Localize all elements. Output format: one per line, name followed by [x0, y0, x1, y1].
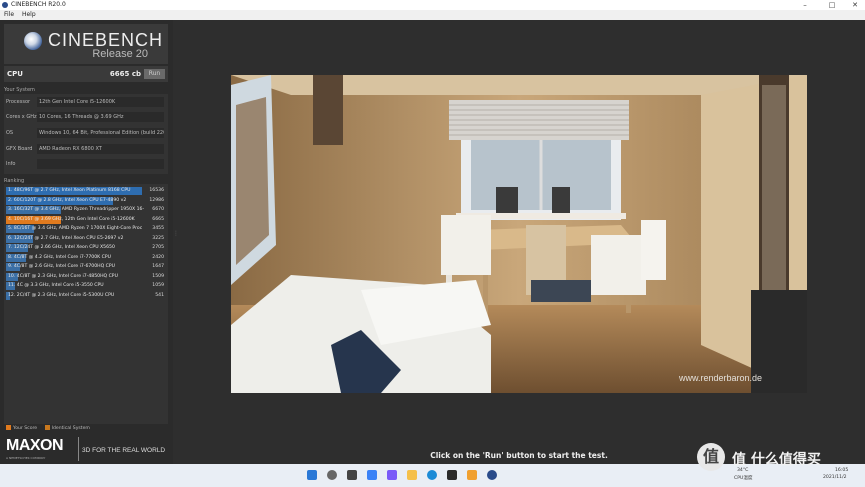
ranking-text: 4. 10C/16T @ 3.69 GHz, 12th Gen Intel Co… — [8, 216, 135, 222]
ranking-text: 10. 4C/8T @ 2.3 GHz, Intel Core i7-4850H… — [8, 273, 118, 279]
ranking-score: 1059 — [152, 283, 164, 288]
system-row: Info — [4, 158, 168, 171]
widgets-icon[interactable] — [367, 470, 377, 480]
render-watermark: www.renderbaron.de — [678, 373, 762, 383]
window-title: CINEBENCH R20.0 — [11, 1, 66, 8]
ranking-text: 7. 12C/24T @ 2.66 GHz, Intel Xeon CPU X5… — [8, 245, 115, 250]
render-viewport: www.renderbaron.de — [231, 75, 807, 393]
system-value: 12th Gen Intel Core i5-12600K — [37, 97, 164, 107]
your-score-swatch — [6, 425, 11, 430]
ranking-score: 3225 — [152, 235, 164, 241]
ranking-row[interactable]: 1. 48C/96T @ 2.7 GHz, Intel Xeon Platinu… — [6, 187, 166, 195]
ranking-text: 9. 4C/8T @ 2.6 GHz, Intel Core i7-6700HQ… — [8, 264, 116, 269]
ranking-text: 8. 4C/8T @ 4.2 GHz, Intel Core i7-7700K … — [8, 254, 111, 260]
store-icon[interactable] — [447, 470, 457, 480]
system-row: Cores x GHz 10 Cores, 16 Threads @ 3.69 … — [4, 111, 168, 124]
left-panel: CINEBENCH Release 20 CPU 6665 cb Run You… — [0, 20, 173, 464]
maximize-button[interactable]: □ — [822, 0, 842, 10]
system-info-input[interactable] — [37, 159, 164, 169]
ranking-row[interactable]: 4. 10C/16T @ 3.69 GHz, 12th Gen Intel Co… — [6, 215, 166, 224]
system-row: GFX Board AMD Radeon RX 6800 XT — [4, 143, 168, 156]
menu-help[interactable]: Help — [22, 11, 36, 18]
system-key: Cores x GHz — [6, 114, 37, 120]
identical-system-swatch — [44, 425, 50, 430]
ranking-score: 6670 — [152, 207, 164, 212]
ranking-text: 1. 48C/96T @ 2.7 GHz, Intel Xeon Platinu… — [8, 188, 131, 193]
search-icon[interactable] — [327, 470, 337, 480]
title-bar: CINEBENCH R20.0 – □ ✕ — [0, 0, 865, 10]
chat-icon[interactable] — [387, 470, 397, 480]
cinebench-logo: CINEBENCH Release 20 — [4, 24, 168, 64]
panel-splitter-handle[interactable]: ⋮ — [173, 230, 179, 250]
cinebench-taskbar-icon[interactable] — [487, 470, 497, 480]
cinebench-app-icon — [2, 2, 8, 8]
ranking-text: 5. 8C/16T @ 3.4 GHz, AMD Ryzen 7 1700X E… — [8, 226, 143, 231]
your-system-box: Processor 12th Gen Intel Core i5-12600K … — [4, 94, 168, 174]
system-key: Processor — [6, 99, 31, 105]
ranking-score: 1509 — [152, 273, 164, 279]
maxon-tagline: 3D FOR THE REAL WORLD — [82, 447, 166, 454]
ranking-score: 2705 — [152, 245, 164, 250]
ranking-row[interactable]: 5. 8C/16T @ 3.4 GHz, AMD Ryzen 7 1700X E… — [6, 225, 166, 233]
ranking-legend: Your Score Identical System — [4, 424, 168, 433]
cinebench-sphere-icon — [24, 32, 42, 50]
start-icon[interactable] — [307, 470, 317, 480]
ranking-row[interactable]: 7. 12C/24T @ 2.66 GHz, Intel Xeon CPU X5… — [6, 244, 166, 252]
folder-icon[interactable] — [467, 470, 477, 480]
logo-release: Release 20 — [92, 48, 148, 60]
ranking-row[interactable]: 3. 16C/32T @ 3.4 GHz, AMD Ryzen Threadri… — [6, 206, 166, 214]
watermark-site-name: 值 什么值得买 — [732, 452, 821, 468]
identical-system-label: Identical System — [51, 426, 90, 431]
ranking-text: 11. 4C @ 3.3 GHz, Intel Core i5-3550 CPU — [8, 283, 104, 288]
render-scene-image: www.renderbaron.de — [231, 75, 807, 393]
ranking-row[interactable]: 12. 2C/4T @ 2.3 GHz, Intel Core i5-5300U… — [6, 291, 166, 300]
system-value: AMD Radeon RX 6800 XT — [37, 144, 164, 154]
system-value: Windows 10, 64 Bit, Professional Edition… — [37, 128, 164, 138]
ranking-list: 1. 48C/96T @ 2.7 GHz, Intel Xeon Platinu… — [4, 184, 168, 424]
ranking-row[interactable]: 8. 4C/8T @ 4.2 GHz, Intel Core i7-7700K … — [6, 253, 166, 262]
run-button[interactable]: Run — [144, 69, 165, 79]
maxon-logo: MAXON — [6, 437, 64, 454]
system-row: Processor 12th Gen Intel Core i5-12600K — [4, 96, 168, 109]
ranking-text: 2. 60C/120T @ 2.8 GHz, Intel Xeon CPU E7… — [8, 197, 127, 203]
close-button[interactable]: ✕ — [845, 0, 865, 10]
ranking-row[interactable]: 10. 4C/8T @ 2.3 GHz, Intel Core i7-4850H… — [6, 272, 166, 281]
ranking-score: 541 — [155, 292, 164, 298]
system-key: Info — [6, 161, 16, 167]
ranking-text: 3. 16C/32T @ 3.4 GHz, AMD Ryzen Threadri… — [8, 207, 145, 212]
cpu-score: 6665 cb — [109, 70, 141, 78]
site-watermark: 值 值 什么值得买 — [692, 439, 862, 485]
ranking-row[interactable]: 9. 4C/8T @ 2.6 GHz, Intel Core i7-6700HQ… — [6, 263, 166, 271]
system-row: OS Windows 10, 64 Bit, Professional Edit… — [4, 127, 168, 140]
ranking-score: 6665 — [152, 216, 164, 222]
ranking-score: 12986 — [149, 197, 164, 203]
watermark-logo-icon: 值 — [697, 443, 725, 471]
file-explorer-icon[interactable] — [407, 470, 417, 480]
ranking-row[interactable]: 2. 60C/120T @ 2.8 GHz, Intel Xeon CPU E7… — [6, 196, 166, 205]
task-view-icon[interactable] — [347, 470, 357, 480]
system-key: OS — [6, 130, 14, 136]
branding-divider — [78, 437, 79, 461]
ranking-text: 12. 2C/4T @ 2.3 GHz, Intel Core i5-5300U… — [8, 292, 115, 298]
your-system-title: Your System — [4, 87, 35, 93]
cpu-score-row: CPU 6665 cb Run — [4, 66, 168, 82]
edge-icon[interactable] — [427, 470, 437, 480]
ranking-score: 16536 — [149, 188, 164, 193]
minimize-button[interactable]: – — [795, 0, 815, 10]
ranking-row[interactable]: 6. 12C/24T @ 2.7 GHz, Intel Xeon CPU E5-… — [6, 234, 166, 243]
ranking-score: 3455 — [152, 226, 164, 231]
ranking-score: 1647 — [152, 264, 164, 269]
your-score-label: Your Score — [13, 426, 38, 431]
menu-file[interactable]: File — [4, 11, 14, 18]
maxon-subtitle: A NEMETSCHEK COMPANY — [6, 456, 46, 460]
cpu-label: CPU — [7, 70, 23, 78]
menu-bar: File Help — [0, 10, 865, 20]
ranking-text: 6. 12C/24T @ 2.7 GHz, Intel Xeon CPU E5-… — [8, 235, 124, 241]
ranking-row[interactable]: 11. 4C @ 3.3 GHz, Intel Core i5-3550 CPU… — [6, 282, 166, 290]
system-value: 10 Cores, 16 Threads @ 3.69 GHz — [37, 112, 164, 122]
ranking-score: 2420 — [152, 254, 164, 260]
maxon-branding: MAXON A NEMETSCHEK COMPANY 3D FOR THE RE… — [0, 435, 173, 464]
system-key: GFX Board — [6, 146, 33, 152]
